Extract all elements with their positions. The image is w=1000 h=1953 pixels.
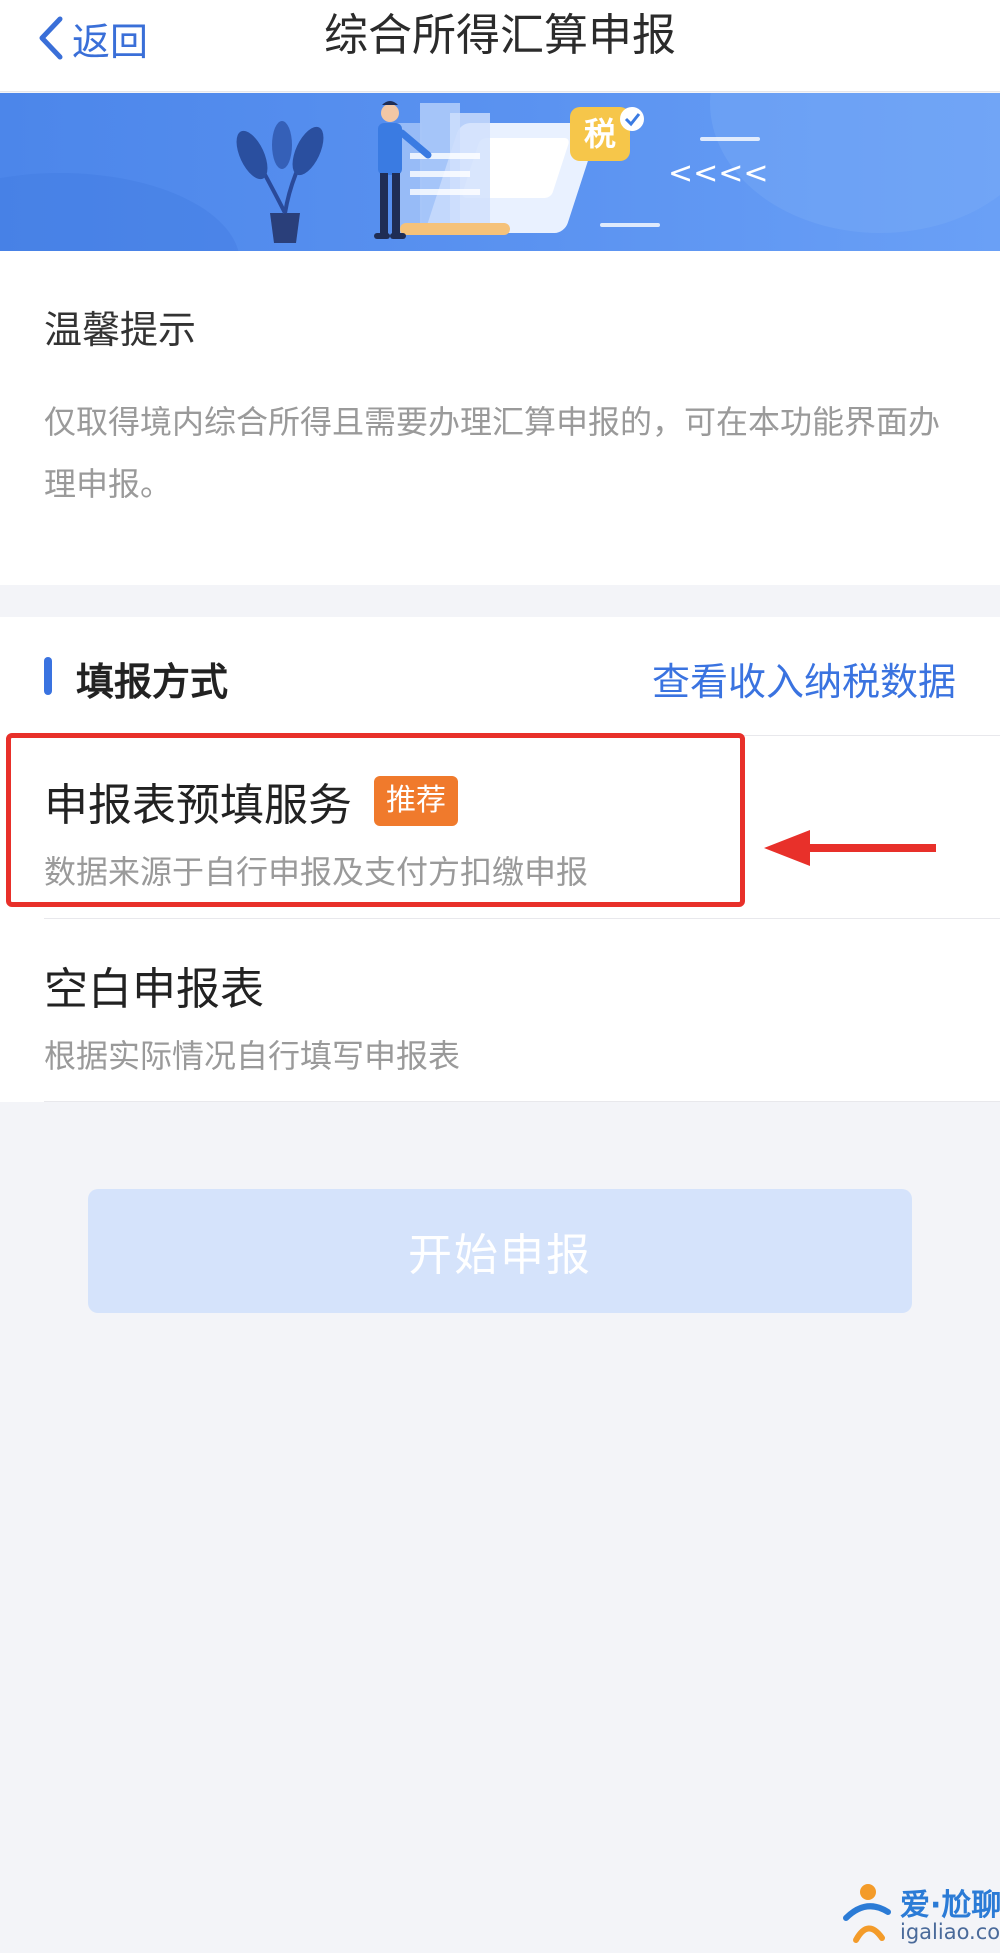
tips-title: 温馨提示 (44, 308, 197, 352)
option-description: 数据来源于自行申报及支付方扣缴申报 (44, 853, 589, 891)
start-filing-button[interactable]: 开始申报 (88, 1189, 912, 1313)
option-description: 根据实际情况自行填写申报表 (44, 1037, 461, 1075)
svg-text:税: 税 (584, 115, 616, 153)
banner-illustration: 税 <<<< (0, 93, 1000, 251)
section-header: 填报方式 查看收入纳税数据 (0, 617, 1000, 735)
option-title: 申报表预填服务 (44, 780, 352, 831)
tips-panel: 温馨提示 仅取得境内综合所得且需要办理汇算申报的，可在本功能界面办理申报。 (0, 251, 1000, 585)
watermark-domain: igaliao.com (900, 1920, 1000, 1944)
recommended-badge: 推荐 (374, 776, 458, 826)
option-blank-form[interactable]: 空白申报表 根据实际情况自行填写申报表 (0, 919, 1000, 1101)
watermark-logo-icon (843, 1884, 891, 1943)
tax-badge-icon: 税 (570, 107, 644, 161)
nav-bar: 返回 综合所得汇算申报 (0, 0, 1000, 92)
plant-icon (236, 121, 324, 243)
section-title: 填报方式 (76, 660, 229, 704)
view-income-tax-data-link[interactable]: 查看收入纳税数据 (652, 651, 956, 706)
section-accent-bar (44, 657, 52, 695)
page-title: 综合所得汇算申报 (324, 10, 676, 61)
divider (44, 1101, 1000, 1102)
watermark: 爱·尬聊 igaliao.com (838, 1878, 1000, 1950)
banner-arrows: <<<< (668, 156, 769, 191)
option-title: 空白申报表 (44, 964, 264, 1015)
phone-document-icon (392, 103, 598, 235)
watermark-brand: 爱·尬聊 (900, 1888, 1000, 1923)
tips-body: 仅取得境内综合所得且需要办理汇算申报的，可在本功能界面办理申报。 (44, 403, 941, 503)
red-arrow-annotation (764, 830, 936, 866)
